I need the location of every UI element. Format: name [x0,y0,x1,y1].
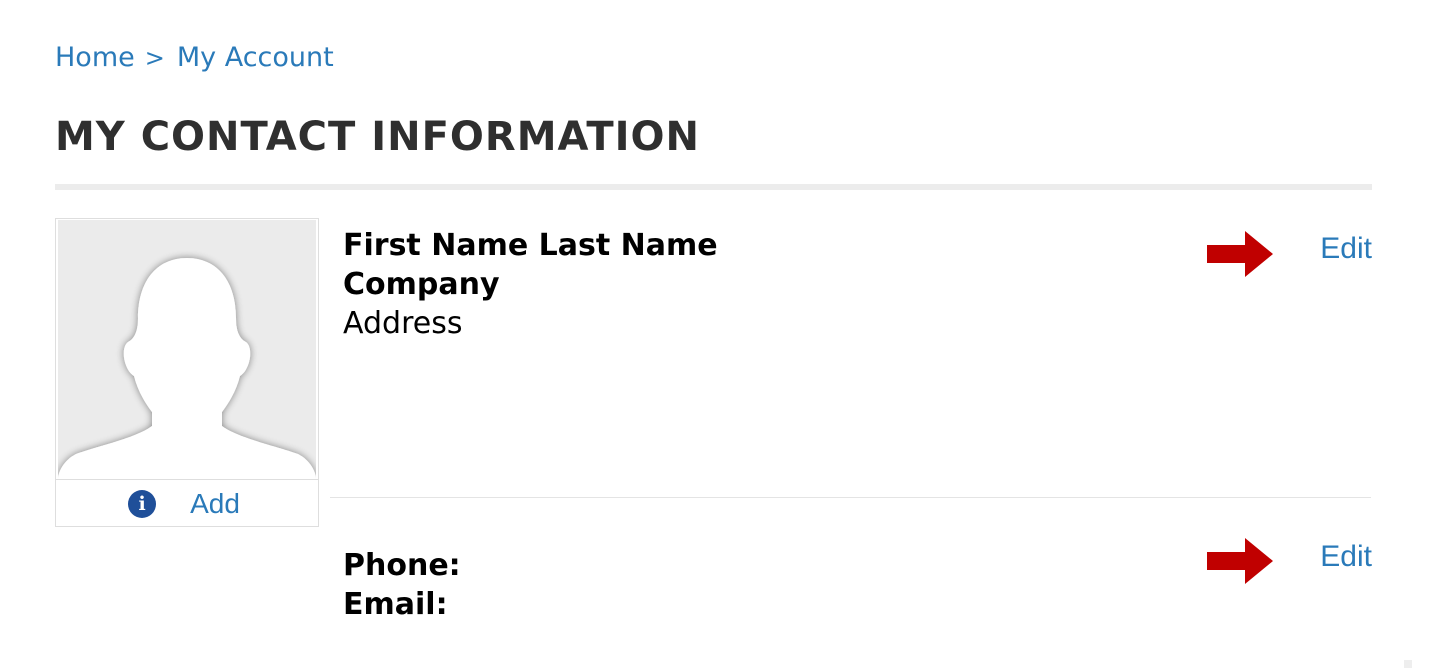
info-icon[interactable]: i [128,489,157,518]
breadcrumb-home-link[interactable]: Home [55,42,135,73]
edit-phone-email-link[interactable]: Edit [1320,540,1372,574]
breadcrumb: Home > My Account [55,42,334,73]
page-title: MY CONTACT INFORMATION [55,114,701,160]
add-photo-link[interactable]: Add [190,488,240,520]
phone-label: Phone: [343,548,461,583]
contact-company: Company [343,267,500,302]
email-label: Email: [343,587,448,622]
phone-email-block: Phone: Email: [343,546,461,624]
section-divider [330,497,1371,498]
person-silhouette-icon [58,258,316,479]
breadcrumb-my-account-link[interactable]: My Account [177,42,334,73]
contact-name: First Name Last Name [343,228,718,263]
corner-mark [1404,660,1412,668]
edit-address-link[interactable]: Edit [1320,232,1372,266]
profile-photo-card: i Add [55,218,319,527]
address-block: First Name Last Name Company Address [343,226,718,343]
add-photo-bar: i Add [56,479,318,527]
title-divider [55,184,1372,190]
contact-address: Address [343,306,463,341]
avatar-placeholder [58,220,316,479]
red-arrow-icon [1207,538,1273,584]
breadcrumb-separator: > [144,43,165,72]
red-arrow-icon [1207,231,1273,277]
